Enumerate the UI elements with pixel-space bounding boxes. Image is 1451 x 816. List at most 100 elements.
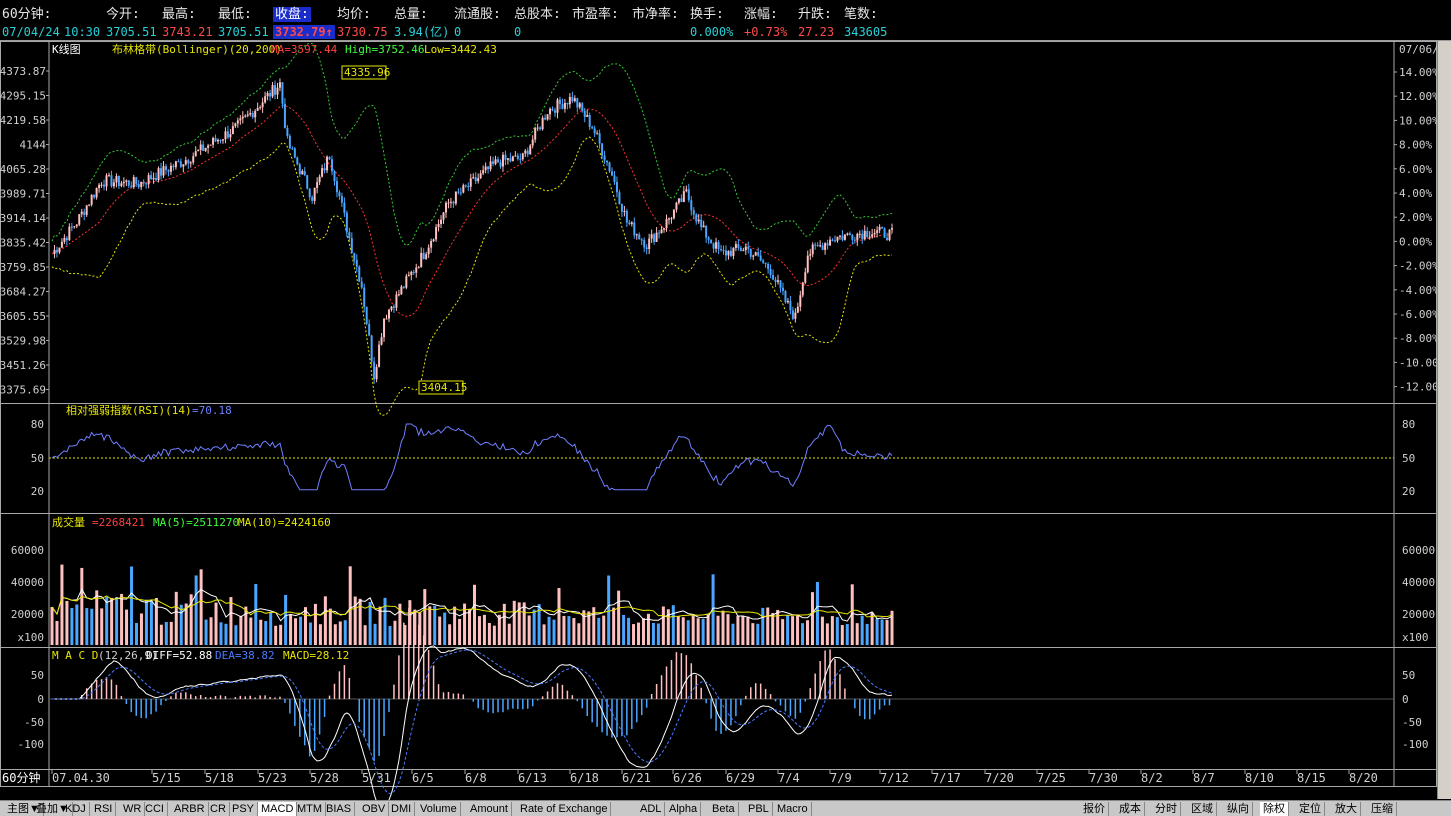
volume-bar [860,615,864,645]
price-tick: 3451.26 [0,359,46,372]
percent-tick: 4.00% [1399,187,1432,200]
candle-body [192,156,195,163]
kline-chart[interactable]: 4335.96 3404.15 [51,42,893,416]
candle-body [824,243,827,250]
tab-beta[interactable]: Beta [709,802,739,816]
date-label: 7/17 [932,771,961,785]
tab-kdj[interactable]: KDJ [62,802,90,816]
tab-macd[interactable]: MACD [258,802,298,816]
tab-volume[interactable]: Volume [417,802,461,816]
right-tab-8[interactable]: 压缩 [1368,802,1397,816]
rsi-tick-left: 20 [31,485,44,498]
volume-bar [820,616,824,645]
rsi-chart[interactable] [49,423,1394,491]
close-label: 收盘: [273,7,311,22]
tab-cci[interactable]: CCI [142,802,168,816]
volume-ma10-line [51,595,893,618]
right-tab-4[interactable]: 纵向 [1224,802,1253,816]
candle-body [387,309,390,319]
candle-body [707,237,710,240]
candle-body [690,200,693,211]
right-tab-3[interactable]: 区域 [1188,802,1217,816]
volume-bar [661,606,665,645]
date-label: 6/18 [570,771,599,785]
candle-body [467,186,470,188]
right-tab-6[interactable]: 定位 [1296,802,1325,816]
header-field-1: 最高: 3743.21 [162,8,213,40]
candle-body [355,259,358,267]
volume-tick-left: x100 [18,631,45,644]
rsi-title: 相对强弱指数(RSI)(14) [66,403,192,417]
period-corner-label: 60分钟 [2,770,40,785]
volume-bar [557,588,561,645]
candle-body [239,118,242,121]
volume-bar [870,612,874,645]
volume-bar [756,623,760,645]
tab-psy[interactable]: PSY [229,802,259,816]
chart-area[interactable]: 4335.96 3404.15 4373.87 4295.15 4219.58 4144… [0,41,1437,800]
candle-body [506,158,509,160]
candle-body [261,102,264,108]
volume-bar [681,617,685,645]
candle-body [784,290,787,303]
date-label: 5/18 [205,771,234,785]
tab-alpha[interactable]: Alpha [666,802,702,816]
right-tab-1[interactable]: 成本 [1116,802,1145,816]
volume-chart[interactable] [50,564,894,645]
right-tab-0[interactable]: 报价 [1080,802,1109,816]
candle-body [298,164,301,175]
candle-body [75,224,78,227]
tab-dmi[interactable]: DMI [388,802,416,816]
right-tab-2[interactable]: 分时 [1152,802,1181,816]
tab-macro[interactable]: Macro [774,802,812,816]
candle-body [544,117,547,120]
tab-bias[interactable]: BIAS [323,802,356,816]
candle-body [667,218,670,220]
vertical-scrollbar[interactable] [1437,41,1451,799]
tab-arbr[interactable]: ARBR [171,802,209,816]
tab-cr[interactable]: CR [207,802,230,816]
volume-bar [840,625,844,645]
candle-body [541,117,544,130]
tab-rsi[interactable]: RSI [91,802,117,816]
candle-body [838,235,841,237]
candle-body [759,255,762,261]
tab-adl[interactable]: ADL [637,802,666,816]
tab-obv[interactable]: OBV [359,802,390,816]
tab-mtm[interactable]: MTM [294,802,327,816]
volume-bar [199,569,203,645]
volume-bar [303,607,307,645]
price-tick: 3684.27 [0,286,46,299]
candle-body [278,82,281,88]
candle-body [303,171,306,176]
candle-body [571,96,574,102]
right-tab-7[interactable]: 放大 [1332,802,1361,816]
volume-bar [149,600,153,645]
candle-body [613,175,616,183]
bollinger-ma-value: MA=3597.44 [271,43,338,56]
volume-bar [721,610,725,645]
candle-body [883,228,886,238]
volume-bar [289,614,293,645]
macd-macd-value: MACD=28.12 [283,649,349,662]
volume-bar [209,617,213,645]
date-label: 8/10 [1245,771,1274,785]
header-field-value: 3730.75 [337,25,388,39]
price-tick: 4219.58 [0,114,46,127]
date-label: 8/20 [1349,771,1378,785]
right-tab-5[interactable]: 除权 [1260,802,1289,816]
candle-body [630,222,633,225]
candle-body [764,262,767,264]
candle-body [459,192,462,194]
candle-body [593,128,596,134]
volume-bar [110,597,114,645]
volume-bar [825,623,829,645]
volume-bar [453,606,457,645]
tab-amount[interactable]: Amount [467,802,512,816]
tab-pbl[interactable]: PBL [745,802,773,816]
volume-bar [656,623,660,645]
tab-rateofexchange[interactable]: Rate of Exchange [517,802,612,816]
volume-bar [428,606,432,645]
volume-bar [597,617,601,645]
candle-body [353,253,356,260]
